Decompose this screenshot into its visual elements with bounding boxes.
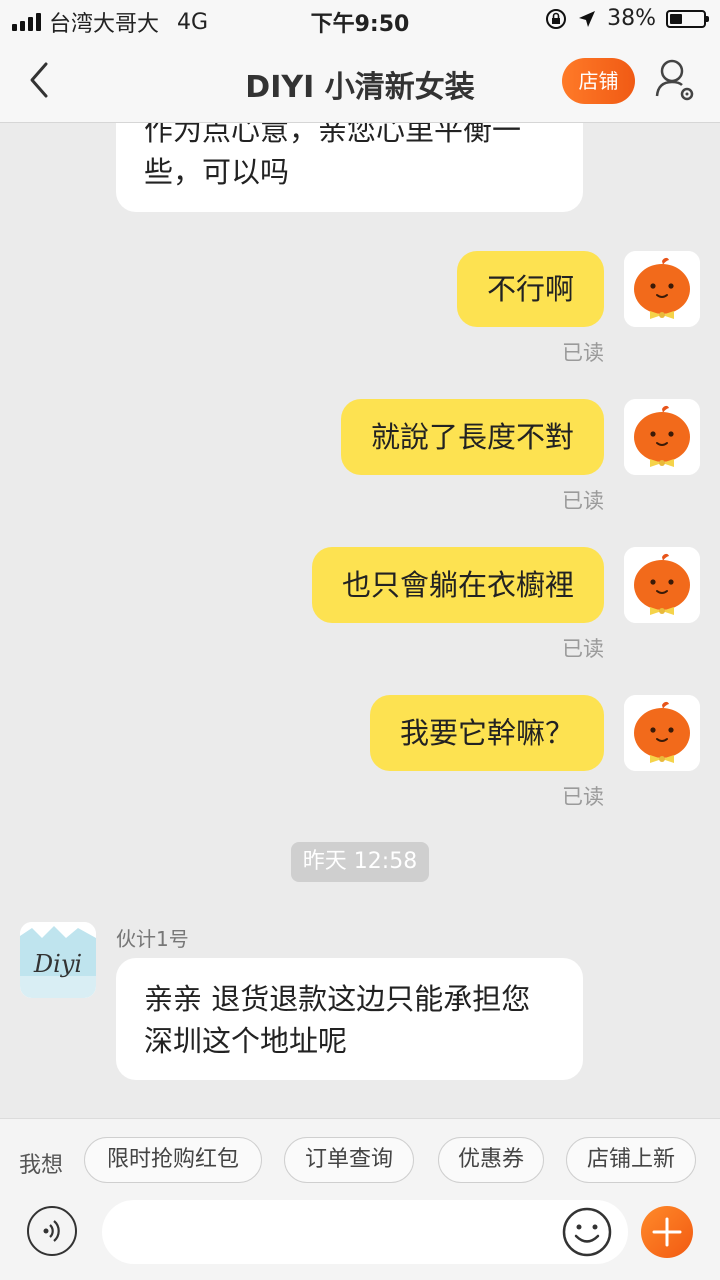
quick-reply-chip[interactable]: 优惠券 [438, 1137, 544, 1183]
read-status: 已读 [562, 341, 604, 365]
message-text: 我要它幹嘛？ [399, 716, 574, 750]
outgoing-message-bubble: 我要它幹嘛？ [369, 695, 604, 771]
emoji-icon[interactable] [561, 1206, 613, 1258]
quick-reply-chip[interactable]: 店铺上新 [566, 1137, 696, 1183]
plus-icon[interactable] [641, 1206, 693, 1258]
my-avatar[interactable] [624, 547, 700, 623]
battery-fill [670, 13, 682, 24]
location-icon [579, 10, 596, 27]
status-right: 38% [545, 6, 709, 31]
read-status: 已读 [562, 637, 604, 661]
nav-bar: DIYI 小清新女装 店铺 [0, 40, 720, 123]
rotation-lock-icon [546, 8, 567, 29]
my-avatar[interactable] [624, 399, 700, 475]
message-text: 亲亲 退货退款这边只能承担您深圳这个地址呢 [144, 982, 531, 1058]
incoming-message-bubble: 亲亲 退货退款这边只能承担您深圳这个地址呢 [116, 958, 583, 1080]
shop-avatar[interactable]: Diyi [20, 922, 96, 998]
message-text: 也只會躺在衣櫥裡 [341, 568, 574, 602]
user-settings-icon[interactable] [652, 56, 696, 104]
shop-logo-icon: Diyi [20, 922, 96, 998]
input-bar [0, 1200, 720, 1280]
outgoing-message-bubble: 也只會躺在衣櫥裡 [311, 547, 604, 623]
message-text: 就說了長度不對 [370, 420, 574, 454]
status-bar: 台湾大哥大 4G 下午9:50 38% [0, 0, 720, 40]
battery-percent: 38% [607, 6, 656, 31]
battery-icon [666, 9, 709, 28]
timestamp-pill: 昨天 12:58 [291, 842, 429, 882]
my-avatar[interactable] [624, 695, 700, 771]
logo-text: Diyi [33, 950, 82, 978]
message-text: 不行啊 [486, 272, 574, 306]
incoming-message-bubble: 作为点心意，亲您心里平衡一些，可以吗 [116, 123, 583, 212]
outgoing-message-bubble: 就說了長度不對 [340, 399, 604, 475]
sender-name: 伙计1号 [116, 927, 189, 951]
shop-button[interactable]: 店铺 [562, 58, 635, 104]
message-text: 作为点心意，亲您心里平衡一些，可以吗 [144, 123, 522, 189]
message-input[interactable] [102, 1200, 628, 1264]
quick-reply-bar: 我想 限时抢购红包 订单查询 优惠券 店铺上新 [0, 1118, 720, 1201]
voice-icon[interactable] [27, 1206, 77, 1256]
quick-reply-label: 我想 [19, 1153, 64, 1178]
chat-area[interactable]: 作为点心意，亲您心里平衡一些，可以吗 不行啊 已读 就說了長度不對 已读 也只會… [0, 123, 720, 1118]
my-avatar[interactable] [624, 251, 700, 327]
quick-reply-chip[interactable]: 订单查询 [284, 1137, 414, 1183]
outgoing-message-bubble: 不行啊 [456, 251, 604, 327]
quick-reply-chip[interactable]: 限时抢购红包 [84, 1137, 262, 1183]
read-status: 已读 [562, 785, 604, 809]
read-status: 已读 [562, 489, 604, 513]
